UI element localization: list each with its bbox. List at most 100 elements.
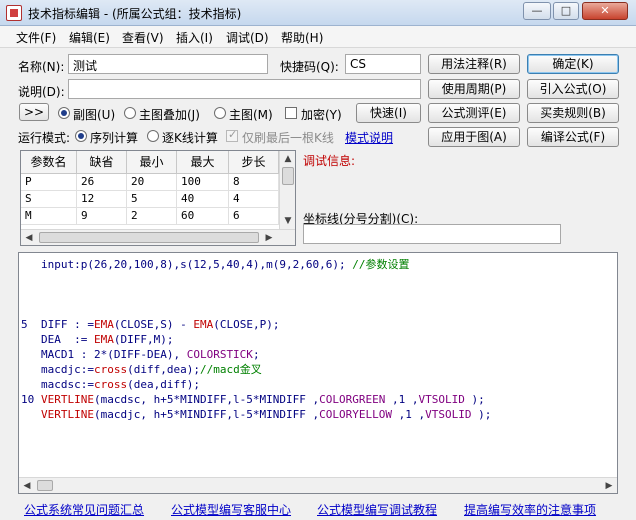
scroll-up-icon[interactable]: ▲ (280, 151, 295, 167)
encrypt-checkbox[interactable] (285, 107, 297, 119)
radio-sub-chart[interactable] (58, 107, 70, 119)
name-label: 名称(N): (18, 60, 65, 74)
hotkey-input[interactable]: CS (345, 54, 421, 74)
name-input[interactable]: 测试 (68, 54, 268, 74)
code-line[interactable] (41, 272, 617, 287)
table-cell[interactable]: M (21, 208, 77, 225)
code-line[interactable]: MACD1 : 2*(DIFF-DEA), COLORSTICK; (41, 347, 617, 362)
menu-view[interactable]: 查看(V) (122, 29, 164, 46)
trade-rules-button[interactable]: 买卖规则(B) (527, 103, 619, 123)
hotkey-label: 快捷码(Q): (280, 60, 339, 74)
scroll-thumb[interactable] (282, 167, 294, 185)
radio-sequence-calc-label: 序列计算 (90, 131, 139, 145)
footer-link-efficiency[interactable]: 提高编写效率的注意事项 (464, 501, 596, 518)
menu-bar: 文件(F) 编辑(E) 查看(V) 插入(I) 调试(D) 帮助(H) (0, 26, 636, 48)
table-cell[interactable]: 6 (229, 208, 279, 225)
param-table: 参数名 缺省 最小 最大 步长 P 26 20 100 8 S 12 5 40 … (20, 150, 296, 246)
last-bar-only-checkbox[interactable] (226, 128, 238, 142)
code-line[interactable]: macdsc:=cross(dea,diff); (41, 377, 617, 392)
scroll-thumb[interactable] (37, 480, 53, 491)
minimize-button[interactable]: — (523, 2, 551, 20)
table-cell[interactable]: 60 (177, 208, 229, 225)
usage-note-button[interactable]: 用法注释(R) (428, 54, 520, 74)
table-cell[interactable]: 9 (77, 208, 127, 225)
table-cell[interactable]: 4 (229, 191, 279, 208)
maximize-button[interactable]: □ (553, 2, 579, 20)
code-line[interactable]: VERTLINE(macdsc, h+5*MINDIFF,l-5*MINDIFF… (41, 392, 617, 407)
radio-per-bar-calc-label: 逐K线计算 (162, 131, 218, 145)
param-header-default: 缺省 (77, 151, 127, 174)
code-lines: input:p(26,20,100,8),s(12,5,40,4),m(9,2,… (19, 257, 617, 477)
scroll-down-icon[interactable]: ▼ (280, 213, 295, 229)
footer-link-tutorial[interactable]: 公式模型编写调试教程 (317, 501, 437, 518)
radio-main-chart-label: 主图(M) (229, 108, 273, 122)
menu-edit[interactable]: 编辑(E) (69, 29, 110, 46)
table-cell[interactable]: P (21, 174, 77, 191)
window-title: 技术指标编辑 - (所属公式组：技术指标) (28, 7, 242, 21)
footer-link-faq[interactable]: 公式系统常见问题汇总 (24, 501, 144, 518)
radio-main-overlay-label: 主图叠加(J) (139, 108, 200, 122)
footer-links: 公式系统常见问题汇总 公式模型编写客服中心 公式模型编写调试教程 提高编写效率的… (0, 496, 636, 520)
radio-main-chart[interactable] (214, 107, 226, 119)
radio-per-bar-calc[interactable] (147, 130, 159, 142)
formula-test-button[interactable]: 公式测评(E) (428, 103, 520, 123)
desc-label: 说明(D): (18, 85, 65, 99)
use-period-button[interactable]: 使用周期(P) (428, 79, 520, 99)
footer-link-service[interactable]: 公式模型编写客服中心 (171, 501, 291, 518)
confirm-button[interactable]: 确定(K) (527, 54, 619, 74)
table-cell[interactable]: 8 (229, 174, 279, 191)
table-cell[interactable]: 12 (77, 191, 127, 208)
code-line[interactable] (41, 287, 617, 302)
table-cell[interactable]: S (21, 191, 77, 208)
param-header-max: 最大 (177, 151, 229, 174)
line-number: 5 (21, 318, 28, 331)
mode-help-link[interactable]: 模式说明 (345, 129, 393, 146)
scroll-thumb[interactable] (39, 232, 259, 243)
scroll-right-icon[interactable]: ▶ (601, 478, 617, 493)
scroll-left-icon[interactable]: ◀ (21, 230, 37, 245)
run-mode-label: 运行模式: (18, 131, 71, 145)
code-line[interactable] (41, 302, 617, 317)
radio-main-overlay[interactable] (124, 107, 136, 119)
encrypt-label: 加密(Y) (301, 108, 342, 122)
desc-input[interactable] (68, 79, 421, 99)
apply-to-chart-button[interactable]: 应用于图(A) (428, 127, 520, 147)
import-formula-button[interactable]: 引入公式(O) (527, 79, 619, 99)
scroll-right-icon[interactable]: ▶ (261, 230, 277, 245)
app-icon (6, 5, 22, 21)
table-cell[interactable]: 5 (127, 191, 177, 208)
code-line[interactable]: DIFF : =EMA(CLOSE,S) - EMA(CLOSE,P); (41, 317, 617, 332)
title-bar: 技术指标编辑 - (所属公式组：技术指标) — □ ✕ (0, 0, 636, 26)
table-cell[interactable]: 100 (177, 174, 229, 191)
menu-insert[interactable]: 插入(I) (176, 29, 213, 46)
editor-hscroll[interactable]: ◀ ▶ (19, 477, 617, 493)
radio-sequence-calc[interactable] (75, 130, 87, 142)
axis-lines-input[interactable] (303, 224, 561, 244)
line-number: 10 (21, 393, 35, 406)
menu-help[interactable]: 帮助(H) (281, 29, 323, 46)
param-header-min: 最小 (127, 151, 177, 174)
code-editor[interactable]: input:p(26,20,100,8),s(12,5,40,4),m(9,2,… (18, 252, 618, 494)
code-line[interactable]: input:p(26,20,100,8),s(12,5,40,4),m(9,2,… (41, 257, 617, 272)
menu-debug[interactable]: 调试(D) (226, 29, 269, 46)
debug-info-label: 调试信息: (303, 154, 356, 168)
close-button[interactable]: ✕ (582, 2, 628, 20)
expand-button[interactable]: >> (19, 103, 49, 121)
param-header-step: 步长 (229, 151, 279, 174)
last-bar-only-label: 仅刷最后一根K线 (242, 131, 334, 145)
radio-sub-chart-label: 副图(U) (73, 108, 116, 122)
table-cell[interactable]: 20 (127, 174, 177, 191)
menu-file[interactable]: 文件(F) (16, 29, 56, 46)
param-header-name: 参数名 (21, 151, 77, 174)
param-table-vscroll[interactable]: ▲ ▼ (279, 151, 295, 229)
code-line[interactable]: macdjc:=cross(diff,dea);//macd金叉 (41, 362, 617, 377)
quick-button[interactable]: 快速(I) (356, 103, 421, 123)
compile-formula-button[interactable]: 编译公式(F) (527, 127, 619, 147)
scroll-left-icon[interactable]: ◀ (19, 478, 35, 493)
table-cell[interactable]: 26 (77, 174, 127, 191)
code-line[interactable]: DEA := EMA(DIFF,M); (41, 332, 617, 347)
table-cell[interactable]: 40 (177, 191, 229, 208)
param-table-hscroll[interactable]: ◀ ▶ (21, 229, 295, 245)
code-line[interactable]: VERTLINE(macdjc, h+5*MINDIFF,l-5*MINDIFF… (41, 407, 617, 422)
table-cell[interactable]: 2 (127, 208, 177, 225)
